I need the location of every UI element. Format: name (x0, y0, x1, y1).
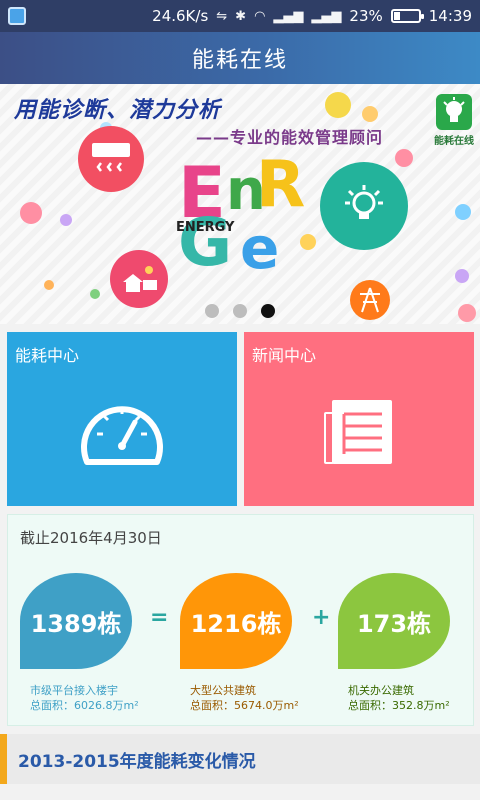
energy-logo: E n R G e (178, 148, 306, 282)
energy-center-label: 能耗中心 (15, 346, 80, 365)
office-buildings-value: 173栋 (356, 609, 432, 638)
office-area-text: 总面积：352.8万m² (348, 699, 450, 712)
banner-headline: 用能诊断、潜力分析 (14, 98, 222, 123)
section-header[interactable]: 2013-2015年度能耗变化情况 (0, 734, 480, 784)
total-buildings-caption: 市级平台接入楼宇 总面积：6026.8万m² (30, 683, 139, 713)
vibrate-icon: ⇋ (216, 8, 228, 24)
bluetooth-icon: ✱ (235, 8, 247, 24)
decor-dot (362, 106, 378, 122)
decor-dot (455, 204, 471, 220)
decor-dot (44, 280, 54, 290)
wifi-icon: ◠ (254, 8, 266, 24)
decor-dot (90, 289, 100, 299)
pager-dot[interactable] (205, 304, 219, 318)
decor-dot (455, 269, 469, 283)
signal-icon: ▂▄▆ (273, 8, 304, 24)
clock: 14:39 (428, 7, 472, 25)
carousel-pager (0, 304, 480, 318)
building-summary-card: 截止2016年4月30日 1389栋 = 1216栋 + 173栋 市级平台接入… (7, 514, 474, 726)
section-accent-bar (0, 734, 7, 784)
news-center-tile[interactable]: 新闻中心 (244, 332, 474, 506)
public-buildings-caption: 大型公共建筑 总面积：5674.0万m² (190, 683, 299, 713)
public-buildings-value: 1216栋 (190, 609, 282, 638)
shield-icon (8, 7, 26, 25)
decor-dot (325, 92, 351, 118)
equals-operator: = (150, 605, 169, 630)
total-buildings-badge[interactable]: 1389栋 (20, 573, 132, 669)
public-caption-text: 大型公共建筑 (190, 684, 256, 697)
air-conditioner-icon (78, 126, 144, 192)
app-logo-icon (436, 94, 472, 130)
summary-date: 截止2016年4月30日 (20, 529, 162, 547)
network-speed: 24.6K/s (152, 7, 209, 25)
total-area-text: 总面积：6026.8万m² (30, 699, 139, 712)
app-logo-label: 能耗在线 (434, 136, 474, 147)
office-buildings-caption: 机关办公建筑 总面积：352.8万m² (348, 683, 450, 713)
pager-dot-active[interactable] (261, 304, 275, 318)
total-buildings-value: 1389栋 (30, 609, 122, 638)
gauge-icon (81, 406, 163, 465)
lightbulb-icon (320, 162, 408, 250)
decor-dot (20, 202, 42, 224)
public-area-text: 总面积：5674.0万m² (190, 699, 299, 712)
public-buildings-badge[interactable]: 1216栋 (180, 573, 292, 669)
decor-dot (395, 149, 413, 167)
signal-2-icon: ▂▄▆ (311, 8, 342, 24)
section-title: 2013-2015年度能耗变化情况 (18, 752, 256, 772)
newspaper-icon (324, 400, 392, 464)
app-bar: 能耗在线 (0, 32, 480, 84)
app-title: 能耗在线 (191, 48, 288, 73)
plus-operator: + (312, 605, 331, 630)
solar-house-icon (110, 250, 168, 308)
pager-dot[interactable] (233, 304, 247, 318)
office-caption-text: 机关办公建筑 (348, 684, 414, 697)
status-bar: 24.6K/s ⇋ ✱ ◠ ▂▄▆ ▂▄▆ 23% 14:39 (0, 0, 480, 32)
decor-dot (60, 214, 72, 226)
banner-subline: ——专业的能效管理顾问 (196, 128, 384, 147)
energy-label: ENERGY (176, 220, 235, 235)
total-caption-text: 市级平台接入楼宇 (30, 684, 118, 697)
energy-center-tile[interactable]: 能耗中心 (7, 332, 237, 506)
banner-carousel[interactable]: 用能诊断、潜力分析 ——专业的能效管理顾问 能耗在线 E n R G e ENE… (0, 84, 480, 324)
battery-percent: 23% (349, 7, 383, 25)
office-buildings-badge[interactable]: 173栋 (338, 573, 450, 669)
news-center-label: 新闻中心 (252, 346, 317, 365)
battery-icon (390, 9, 424, 23)
